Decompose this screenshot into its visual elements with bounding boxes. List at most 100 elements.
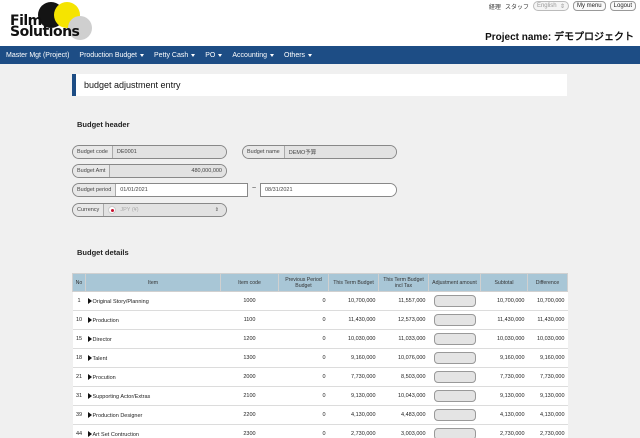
expand-triangle-icon[interactable]: [87, 411, 92, 418]
caret-down-icon: [270, 53, 275, 57]
language-select[interactable]: English ⇕: [532, 1, 569, 11]
expand-triangle-icon[interactable]: [87, 430, 92, 437]
budget-period-start-field[interactable]: Budget period 01/01/2021: [72, 183, 248, 197]
row-item-code: 1000: [220, 291, 279, 311]
budget-header-title: Budget header: [77, 120, 130, 129]
row-this-term-tax: 3,003,000: [378, 424, 429, 438]
row-item-label: Supporting Actor/Extras: [92, 393, 151, 400]
updown-icon: ⇕: [559, 3, 565, 10]
row-subtotal: 9,160,000: [480, 348, 528, 368]
nav-petty-cash[interactable]: Petty Cash: [154, 52, 196, 59]
row-item-code: 1200: [220, 329, 279, 349]
caret-down-icon: [218, 53, 223, 57]
row-item[interactable]: Art Set Contruction: [85, 424, 221, 438]
row-adjustment-cell: [428, 367, 481, 387]
row-item-code: 2200: [220, 405, 279, 425]
row-item[interactable]: Production Designer: [85, 405, 221, 425]
table-row: 1 Original Story/Planning 1000 0 10,700,000 1…: [72, 291, 568, 311]
adjustment-amount-input[interactable]: [433, 314, 476, 326]
language-value: English: [536, 3, 557, 9]
expand-triangle-icon[interactable]: [87, 392, 92, 399]
col-adjustment: Adjustment amount: [428, 273, 481, 292]
row-difference: 7,730,000: [527, 367, 568, 387]
row-item[interactable]: Director: [85, 329, 221, 349]
adjustment-amount-input[interactable]: [433, 428, 476, 438]
admin-link[interactable]: 経理: [489, 2, 501, 11]
row-item[interactable]: Production: [85, 310, 221, 330]
row-subtotal: 4,130,000: [480, 405, 528, 425]
logo-text-line2: Solutions: [10, 24, 80, 40]
expand-triangle-icon[interactable]: [87, 373, 92, 380]
updown-icon: ⇕: [214, 207, 219, 213]
row-item-label: Production: [92, 317, 119, 324]
nav-others[interactable]: Others: [284, 52, 313, 59]
expand-triangle-icon[interactable]: [87, 335, 92, 342]
budget-period-end-field[interactable]: 08/31/2021: [260, 183, 397, 197]
row-item[interactable]: Original Story/Planning: [85, 291, 221, 311]
row-item[interactable]: Supporting Actor/Extras: [85, 386, 221, 406]
table-row: 15 Director 1200 0 10,030,000 11,033,000 10,03…: [72, 329, 568, 349]
row-this-term-tax: 11,557,000: [378, 291, 429, 311]
project-name: Project name: デモプロジェクト: [485, 32, 634, 43]
row-item[interactable]: Talent: [85, 348, 221, 368]
row-adjustment-cell: [428, 405, 481, 425]
row-no: 21: [72, 367, 86, 387]
logout-button[interactable]: Logout: [609, 1, 636, 11]
adjustment-amount-input[interactable]: [433, 352, 476, 364]
adjustment-amount-input[interactable]: [433, 333, 476, 345]
row-previous-budget: 0: [278, 329, 329, 349]
caret-down-icon: [140, 53, 145, 57]
nav-master-mgt[interactable]: Master Mgt (Project): [6, 52, 69, 59]
row-this-term-budget: 7,730,000: [328, 367, 379, 387]
row-no: 15: [72, 329, 86, 349]
japan-flag-icon: [108, 206, 117, 214]
row-item[interactable]: Procution: [85, 367, 221, 387]
top-right-links: 経理 スタッフ English ⇕ My menu Logout: [489, 0, 636, 12]
row-subtotal: 11,430,000: [480, 310, 528, 330]
budget-period-label: Budget period: [73, 184, 117, 196]
row-this-term-budget: 9,160,000: [328, 348, 379, 368]
film-solutions-logo[interactable]: Film Solutions: [8, 2, 98, 42]
nav-po-label: PO: [205, 51, 216, 59]
table-row: 18 Talent 1300 0 9,160,000 10,076,000 9,160,00…: [72, 348, 568, 368]
budget-amt-field: Budget Amt 480,000,000: [72, 164, 227, 178]
row-item-code: 2100: [220, 386, 279, 406]
nav-po[interactable]: PO: [205, 51, 223, 59]
adjustment-amount-input[interactable]: [433, 409, 476, 421]
my-menu-button[interactable]: My menu: [572, 1, 606, 11]
table-row: 21 Procution 2000 0 7,730,000 8,503,000 7,730,…: [72, 367, 568, 387]
nav-production-budget[interactable]: Production Budget: [79, 52, 145, 59]
table-row: 31 Supporting Actor/Extras 2100 0 9,130,000 1…: [72, 386, 568, 406]
currency-value: JPY (¥): [120, 207, 139, 213]
adjustment-amount-input[interactable]: [433, 390, 476, 402]
row-no: 39: [72, 405, 86, 425]
row-difference: 9,130,000: [527, 386, 568, 406]
row-difference: 2,730,000: [527, 424, 568, 438]
expand-triangle-icon[interactable]: [87, 316, 92, 323]
row-adjustment-cell: [428, 348, 481, 368]
currency-label: Currency: [73, 204, 105, 216]
row-adjustment-cell: [428, 424, 481, 438]
budget-code-label: Budget code: [73, 146, 113, 158]
row-item-label: Talent: [92, 355, 108, 362]
row-this-term-tax: 10,076,000: [378, 348, 429, 368]
expand-triangle-icon[interactable]: [87, 297, 92, 304]
expand-triangle-icon[interactable]: [87, 354, 92, 361]
currency-field[interactable]: Currency JPY (¥) ⇕: [72, 203, 227, 217]
col-previous-budget: Previous Period Budget: [278, 273, 329, 292]
budget-code-value: DE0001: [112, 146, 226, 158]
adjustment-amount-input[interactable]: [433, 295, 476, 307]
nav-accounting[interactable]: Accounting: [232, 52, 275, 59]
currency-select[interactable]: JPY (¥) ⇕: [104, 204, 226, 216]
row-previous-budget: 0: [278, 291, 329, 311]
row-subtotal: 10,700,000: [480, 291, 528, 311]
budget-details-table: No Item Item code Previous Period Budget…: [72, 273, 568, 438]
row-previous-budget: 0: [278, 367, 329, 387]
adjustment-amount-input[interactable]: [433, 371, 476, 383]
page-title-card: budget adjustment entry: [72, 74, 567, 96]
row-item-code: 2300: [220, 424, 279, 438]
row-no: 1: [72, 291, 86, 311]
staff-link[interactable]: スタッフ: [505, 2, 529, 11]
row-previous-budget: 0: [278, 348, 329, 368]
row-item-code: 1100: [220, 310, 279, 330]
